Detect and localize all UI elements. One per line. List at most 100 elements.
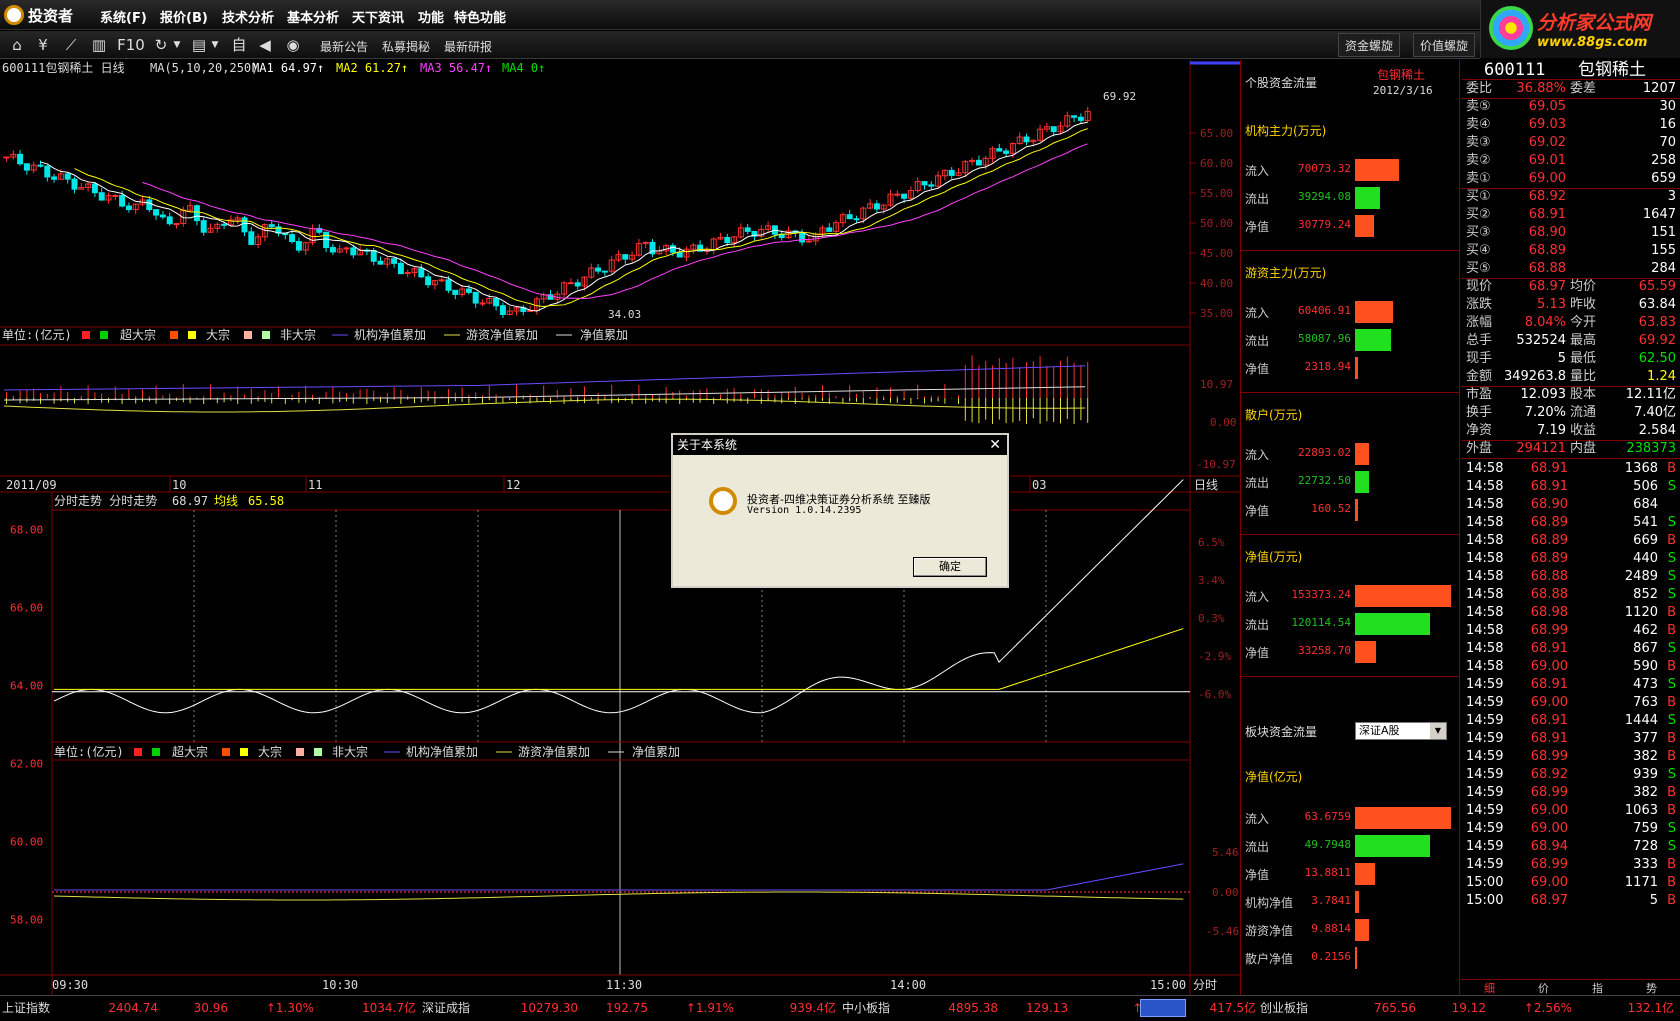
stat-row-cell: 涨幅 — [1466, 315, 1493, 330]
link-private[interactable]: 私募揭秘 — [382, 38, 430, 55]
home-icon[interactable]: ⌂ — [6, 35, 28, 55]
stat-row-cell: 均价 — [1570, 279, 1597, 294]
keyboard-icon[interactable] — [1140, 999, 1186, 1017]
window-icon[interactable]: ▤ — [188, 35, 210, 55]
tick-row-cell: 852 — [1633, 587, 1658, 602]
tab-trend[interactable]: 势 — [1646, 980, 1657, 996]
ok-button[interactable]: 确定 — [913, 557, 987, 577]
waipan-row-cell: 内盘 — [1570, 441, 1597, 456]
candle-body — [391, 258, 398, 264]
index-value: 10279.30 — [520, 1001, 578, 1015]
kline-low-label: 34.03 — [608, 308, 641, 321]
refresh-icon[interactable]: ↻ — [150, 35, 172, 55]
disc-icon[interactable]: ◉ — [282, 35, 304, 55]
legend-net: 净值累加 — [580, 327, 628, 342]
stat-row-cell: 8.04% — [1524, 315, 1566, 330]
tick-row-cell: 14:59 — [1466, 695, 1504, 710]
tab-fund-spiral[interactable]: 资金螺旋 — [1338, 33, 1401, 57]
line-chart-icon[interactable]: ⟋ — [60, 35, 82, 55]
mf-value: 30779.24 — [1298, 218, 1351, 231]
yen-icon[interactable]: ¥ — [32, 35, 54, 55]
candle-body — [37, 164, 44, 167]
link-research[interactable]: 最新研报 — [444, 38, 492, 55]
tab-price[interactable]: 价 — [1538, 980, 1549, 996]
candle-body — [574, 282, 581, 287]
stat-row-cell: 69.92 — [1638, 333, 1676, 348]
mf-divider — [1241, 250, 1459, 251]
link-notice[interactable]: 最新公告 — [320, 38, 368, 55]
menu-special[interactable]: 特色功能 — [454, 7, 506, 26]
menu-fund[interactable]: 基本分析 — [287, 7, 339, 26]
tick-row-cell: 684 — [1633, 497, 1658, 512]
stat-row-cell: 63.84 — [1638, 297, 1676, 312]
tick-row-cell: 15:00 — [1466, 893, 1504, 908]
ask-row: 卖② 69.01 258 — [1462, 152, 1680, 170]
tick-row-cell: 14:59 — [1466, 677, 1504, 692]
mf-bar — [1355, 613, 1430, 635]
tick-row-cell: B — [1667, 461, 1676, 476]
intraday-inst-line — [54, 863, 1184, 891]
tick-row-cell: B — [1667, 785, 1676, 800]
candle-body — [445, 279, 452, 291]
mf-row-label: 流出 — [1245, 476, 1270, 490]
mf-divider — [1241, 392, 1459, 393]
candle-body — [744, 227, 751, 232]
close-icon[interactable]: ✕ — [989, 435, 1001, 455]
stat-row-cell: 涨跌 — [1466, 297, 1493, 312]
candle-body — [799, 232, 806, 243]
menu-news[interactable]: 天下资讯 — [352, 7, 404, 26]
logo-icon — [4, 5, 24, 25]
tab-detail[interactable]: 细 — [1484, 980, 1495, 996]
stat-row-cell: 349263.8 — [1503, 369, 1566, 384]
chevron-down-icon[interactable]: ▼ — [1430, 723, 1446, 739]
tick-row-cell: 1120 — [1624, 605, 1658, 620]
price-line — [53, 479, 1184, 714]
tick-row-cell: 68.91 — [1530, 461, 1568, 476]
mf-divider — [1241, 534, 1459, 535]
index-amount: 132.1亿 — [1627, 1001, 1674, 1015]
f10-button[interactable]: F10 — [114, 35, 148, 55]
bid-row-cell: 买⑤ — [1466, 261, 1491, 276]
mf-row-label: 净值 — [1245, 504, 1270, 518]
date-label-3: 12 — [506, 478, 520, 492]
mf-date: 2012/3/16 — [1373, 84, 1433, 97]
self-select-icon[interactable]: 自 — [228, 35, 250, 55]
tick-row-cell: S — [1667, 839, 1676, 854]
stat-row-cell: 收益 — [1570, 423, 1597, 438]
stat-row: 现价 68.97 均价 65.59 — [1462, 278, 1680, 296]
tick-row-cell: B — [1667, 695, 1676, 710]
tab-value-spiral[interactable]: 价值螺旋 — [1413, 33, 1476, 57]
menu-system[interactable]: 系统(F) — [100, 7, 147, 26]
chevron-down-icon[interactable]: ▼ — [208, 35, 222, 55]
sector-value: 13.8811 — [1304, 866, 1351, 879]
candle-body — [350, 247, 357, 256]
chevron-down-icon[interactable]: ▼ — [170, 35, 184, 55]
sector-row-label: 流出 — [1245, 840, 1270, 854]
index-name: 上证指数 — [2, 1001, 51, 1015]
mf-value: 58087.96 — [1298, 332, 1351, 345]
stat-row-cell: 量比 — [1570, 369, 1597, 384]
mf-row-label: 流入 — [1245, 306, 1270, 320]
iflow-tick-top: 5.46 — [1212, 846, 1239, 859]
candle-body — [221, 223, 228, 226]
menu-quote[interactable]: 报价(B) — [160, 7, 208, 26]
tick-row-cell: 68.94 — [1530, 839, 1568, 854]
candle-body — [595, 267, 602, 272]
menu-func[interactable]: 功能 — [418, 7, 444, 26]
stat-row-cell: 532524 — [1516, 333, 1566, 348]
speaker-icon[interactable]: ◀ — [254, 35, 276, 55]
tab-index[interactable]: 指 — [1592, 980, 1603, 996]
index-change: 19.12 — [1451, 1001, 1486, 1015]
candle-body — [499, 305, 506, 315]
mf-row-label: 流出 — [1245, 618, 1270, 632]
date-label-0: 2011/09 — [6, 478, 57, 492]
hot-cum-line — [3, 398, 1086, 413]
sector-select[interactable]: 深证A股 ▼ — [1355, 722, 1447, 740]
candle-body — [289, 234, 296, 243]
menu-tech[interactable]: 技术分析 — [222, 7, 274, 26]
index-change: 30.96 — [193, 1001, 228, 1015]
candle-body — [901, 193, 908, 199]
quote-divider — [1462, 458, 1680, 459]
bar-chart-icon[interactable]: ▥ — [88, 35, 110, 55]
tick-row: 14:59 68.91 377 B — [1462, 730, 1680, 748]
